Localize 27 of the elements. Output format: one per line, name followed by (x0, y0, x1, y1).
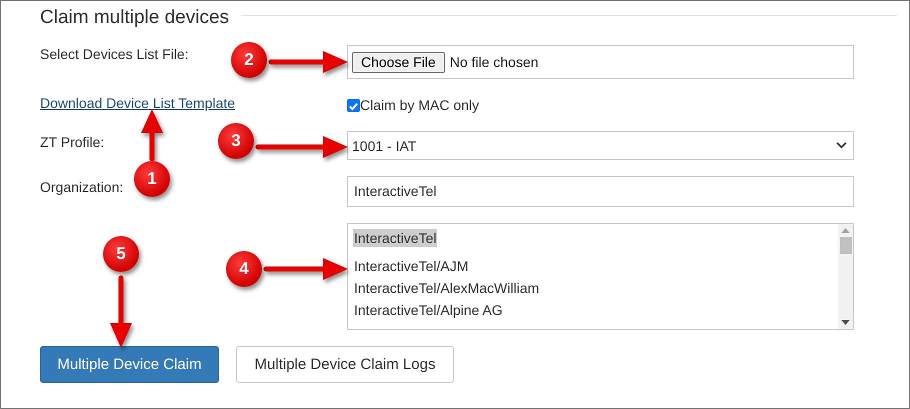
list-item[interactable]: InteractiveTel/AJM (353, 257, 470, 275)
field-label: ZT Profile: (40, 133, 104, 151)
chevron-down-icon (836, 142, 847, 149)
scroll-down-icon[interactable] (841, 320, 850, 325)
choose-file-button[interactable]: Choose File (352, 52, 445, 72)
step-badge: 3 (218, 123, 254, 159)
scroll-thumb[interactable] (840, 237, 852, 254)
list-item[interactable]: InteractiveTel (353, 229, 438, 247)
list-item[interactable]: InteractiveTel/Alpine AG (353, 301, 504, 319)
field-label: Organization: (40, 178, 124, 196)
checkbox-label: Claim by MAC only (360, 97, 480, 113)
list-item[interactable]: InteractiveTel/AlexMacWilliam (353, 279, 540, 297)
step-badge: 5 (103, 236, 139, 272)
step-badge: 1 (134, 161, 170, 197)
callout-arrow (141, 109, 163, 162)
profile-select[interactable]: 1001 - IAT (347, 131, 854, 160)
step-badge: 4 (226, 251, 262, 287)
organization-field[interactable]: InteractiveTel (347, 176, 854, 207)
checkbox[interactable] (347, 98, 360, 112)
download-link[interactable]: Download Device List Template (40, 96, 236, 111)
claim-logs-button[interactable]: Multiple Device Claim Logs (236, 346, 454, 383)
file-field[interactable]: Choose File No file chosen (347, 45, 854, 79)
field-label: Select Devices List File: (40, 46, 189, 62)
step-badge: 2 (231, 42, 267, 78)
claim-button[interactable]: Multiple Device Claim (40, 346, 219, 383)
scroll-up-icon[interactable] (841, 228, 850, 233)
section-title: Claim multiple devices (40, 7, 230, 29)
